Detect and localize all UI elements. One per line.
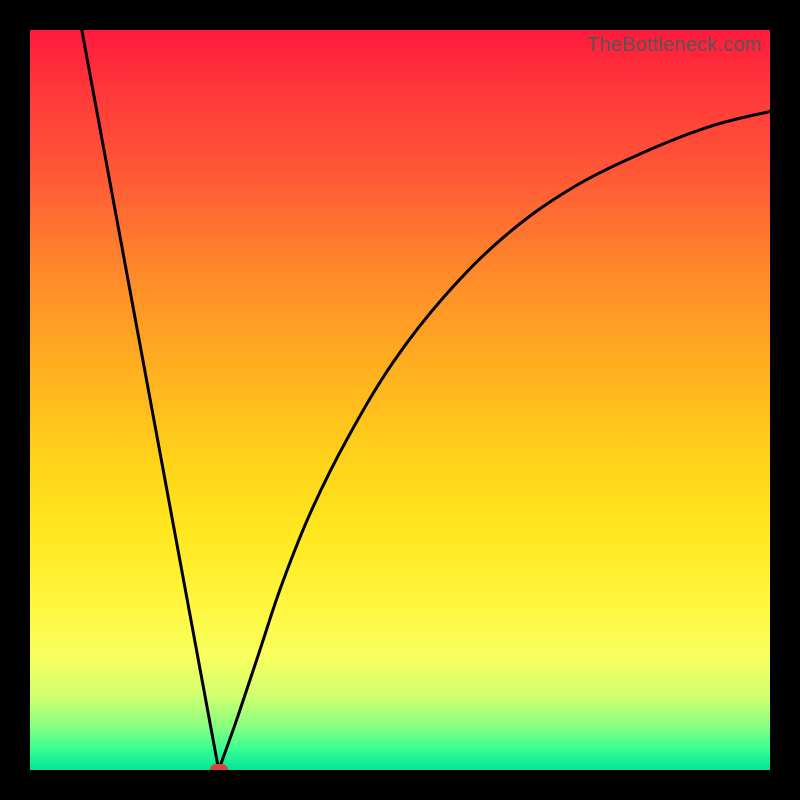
plot-area: TheBottleneck.com: [30, 30, 770, 770]
chart-frame: TheBottleneck.com: [0, 0, 800, 800]
curve-path: [82, 30, 770, 770]
min-marker: [210, 764, 228, 770]
bottleneck-curve: [30, 30, 770, 770]
